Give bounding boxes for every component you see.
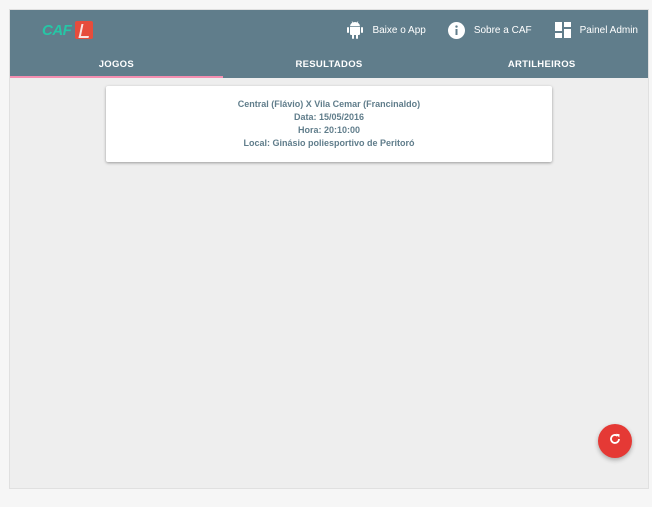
about-caf-label: Sobre a CAF [473,24,532,36]
game-date: Data: 15/05/2016 [293,112,365,122]
info-icon [448,21,466,39]
dashboard-icon [554,21,572,39]
tab-jogos[interactable]: JOGOS [10,50,223,78]
about-caf-button[interactable]: Sobre a CAF [448,21,532,39]
tab-bar: JOGOS RESULTADOS ARTILHEIROS [10,50,648,78]
logo-text: CAF [42,21,72,39]
refresh-button[interactable] [598,424,632,458]
top-app-bar: CAF Baixe o App Sobre a CAF Painel Admin [10,10,648,50]
refresh-icon [609,432,621,450]
logo-mark-icon [75,21,94,39]
caf-logo[interactable]: CAF [42,20,94,40]
game-time: Hora: 20:10:00 [297,125,361,135]
game-card[interactable]: Central (Flávio) X Vila Cemar (Francinal… [106,86,552,162]
download-app-button[interactable]: Baixe o App [346,21,426,39]
admin-panel-button[interactable]: Painel Admin [554,21,638,39]
game-location: Local: Ginásio poliesportivo de Peritoró [243,138,415,148]
game-match: Central (Flávio) X Vila Cemar (Francinal… [237,99,421,109]
android-icon [346,21,364,39]
download-app-label: Baixe o App [372,24,426,36]
tab-resultados[interactable]: RESULTADOS [223,50,436,78]
admin-panel-label: Painel Admin [579,24,638,36]
app-window: CAF Baixe o App Sobre a CAF Painel Admin… [9,9,649,489]
tab-artilheiros[interactable]: ARTILHEIROS [435,50,648,78]
header-actions: Baixe o App Sobre a CAF Painel Admin [324,10,638,50]
